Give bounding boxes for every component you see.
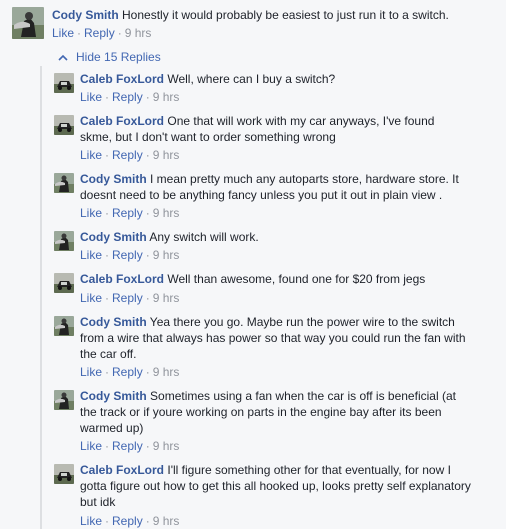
comment-actions: Like · Reply · 9 hrs	[80, 291, 180, 305]
timestamp[interactable]: 9 hrs	[153, 514, 180, 528]
comment-author[interactable]: Caleb FoxLord	[80, 463, 164, 477]
comment-actions: Like · Reply · 9 hrs	[80, 514, 180, 528]
reply-button[interactable]: Reply	[112, 206, 143, 220]
reply-button[interactable]: Reply	[112, 248, 143, 262]
like-button[interactable]: Like	[80, 291, 102, 305]
comment-body: Cody Smith Any switch will work.	[80, 229, 480, 245]
hide-replies-button[interactable]: Hide 15 Replies	[58, 49, 161, 65]
comment-actions: Like · Reply · 9 hrs	[52, 26, 152, 40]
comment-author[interactable]: Cody Smith	[80, 172, 147, 186]
like-button[interactable]: Like	[80, 148, 102, 162]
comment-body: Caleb FoxLord Well, where can I buy a sw…	[80, 71, 480, 87]
avatar[interactable]	[12, 7, 44, 39]
comment-author[interactable]: Cody Smith	[80, 389, 147, 403]
comment-actions: Like · Reply · 9 hrs	[80, 148, 180, 162]
comment-body: Caleb FoxLord One that will work with my…	[80, 113, 436, 145]
comment-author[interactable]: Cody Smith	[80, 230, 147, 244]
hide-replies-label: Hide 15 Replies	[76, 50, 161, 64]
reply-button[interactable]: Reply	[112, 514, 143, 528]
like-button[interactable]: Like	[52, 26, 74, 40]
comment-body: Cody Smith Honestly it would probably be…	[52, 7, 492, 23]
comment-body: Caleb FoxLord Well than awesome, found o…	[80, 271, 480, 287]
timestamp[interactable]: 9 hrs	[153, 291, 180, 305]
comment-author[interactable]: Caleb FoxLord	[80, 114, 164, 128]
comment-actions: Like · Reply · 9 hrs	[80, 439, 180, 453]
timestamp[interactable]: 9 hrs	[153, 148, 180, 162]
comment-author[interactable]: Caleb FoxLord	[80, 272, 164, 286]
comment-text: Any switch will work.	[149, 230, 259, 244]
avatar[interactable]	[54, 73, 74, 93]
avatar[interactable]	[54, 464, 74, 484]
timestamp[interactable]: 9 hrs	[153, 365, 180, 379]
like-button[interactable]: Like	[80, 365, 102, 379]
comment-text: Well, where can I buy a switch?	[167, 72, 336, 86]
avatar[interactable]	[54, 316, 74, 336]
timestamp[interactable]: 9 hrs	[153, 90, 180, 104]
like-button[interactable]: Like	[80, 514, 102, 528]
reply-button[interactable]: Reply	[112, 439, 143, 453]
reply-button[interactable]: Reply	[84, 26, 115, 40]
comment-text: Well than awesome, found one for $20 fro…	[167, 272, 426, 286]
comment-body: Caleb FoxLord I'll figure something othe…	[80, 462, 475, 510]
reply-button[interactable]: Reply	[112, 90, 143, 104]
timestamp[interactable]: 9 hrs	[153, 248, 180, 262]
comment-author[interactable]: Caleb FoxLord	[80, 72, 164, 86]
avatar[interactable]	[54, 173, 74, 193]
like-button[interactable]: Like	[80, 439, 102, 453]
avatar[interactable]	[54, 115, 74, 135]
reply-button[interactable]: Reply	[112, 365, 143, 379]
timestamp[interactable]: 9 hrs	[153, 439, 180, 453]
like-button[interactable]: Like	[80, 248, 102, 262]
avatar[interactable]	[54, 273, 74, 293]
reply-button[interactable]: Reply	[112, 291, 143, 305]
like-button[interactable]: Like	[80, 90, 102, 104]
comment-thread: Cody Smith Honestly it would probably be…	[0, 0, 506, 529]
comment-author[interactable]: Cody Smith	[52, 8, 119, 22]
chevron-up-icon	[58, 49, 68, 65]
replies-thread-line	[40, 66, 42, 529]
like-button[interactable]: Like	[80, 206, 102, 220]
comment-actions: Like · Reply · 9 hrs	[80, 248, 180, 262]
comment-body: Cody Smith I mean pretty much any autopa…	[80, 171, 475, 203]
timestamp[interactable]: 9 hrs	[125, 26, 152, 40]
comment-text: Honestly it would probably be easiest to…	[122, 8, 449, 22]
comment-actions: Like · Reply · 9 hrs	[80, 365, 180, 379]
comment-author[interactable]: Cody Smith	[80, 315, 147, 329]
comment-body: Cody Smith Sometimes using a fan when th…	[80, 388, 475, 436]
comment-body: Cody Smith Yea there you go. Maybe run t…	[80, 314, 480, 362]
reply-button[interactable]: Reply	[112, 148, 143, 162]
avatar[interactable]	[54, 390, 74, 410]
comment-actions: Like · Reply · 9 hrs	[80, 90, 180, 104]
comment-actions: Like · Reply · 9 hrs	[80, 206, 180, 220]
avatar[interactable]	[54, 231, 74, 251]
timestamp[interactable]: 9 hrs	[153, 206, 180, 220]
